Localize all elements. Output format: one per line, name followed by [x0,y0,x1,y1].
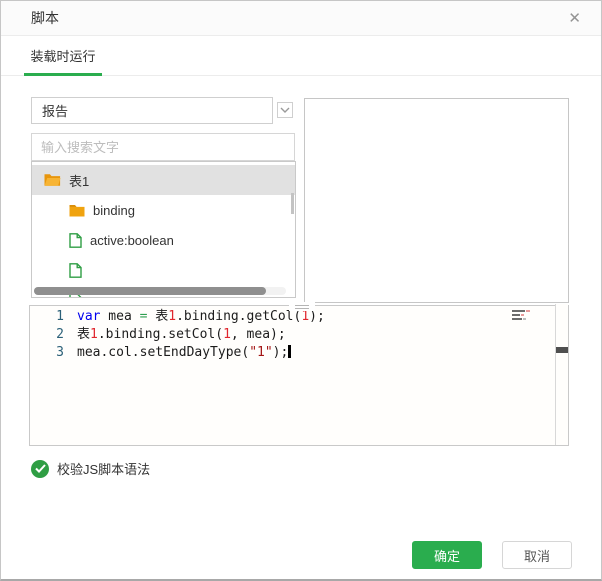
chevron-down-icon [280,107,290,114]
ok-button[interactable]: 确定 [412,541,482,569]
code-text: var mea = 表1.binding.getCol(1); [64,308,325,326]
preview-panel [304,98,569,303]
validate-syntax-row: 校验JS脚本语法 [31,459,150,478]
folder-icon [69,204,85,217]
code-text: 表1.binding.setCol(1, mea); [64,326,286,344]
close-icon[interactable]: ✕ [568,11,581,26]
editor-vertical-scrollbar-thumb[interactable] [556,347,568,353]
line-number: 1 [30,308,64,326]
tab-label: 装载时运行 [30,49,95,64]
dialog-title: 脚本 [31,8,59,28]
scope-select[interactable]: 报告 [31,97,273,124]
file-icon [69,233,82,248]
scope-select-dropdown-button[interactable] [277,102,293,118]
tree-item-label: active:boolean [90,233,174,248]
folder-open-icon [44,173,61,187]
tab-bar: 装载时运行 [1,36,601,76]
line-number: 2 [30,326,64,344]
scope-select-value: 报告 [42,101,68,120]
text-cursor [288,345,291,358]
editor-vertical-scrollbar[interactable] [555,304,568,445]
validate-syntax-label: 校验JS脚本语法 [57,459,150,478]
tree-item-table1[interactable]: 表1 [32,165,295,195]
code-line: 3 mea.col.setEndDayType("1"); [30,344,568,362]
tree-horizontal-scrollbar-thumb[interactable] [34,287,266,295]
field-tree: 表1 binding active:boolean [31,161,296,298]
search-input[interactable] [31,133,295,161]
tree-item-countperpage-int[interactable] [32,255,295,285]
tree-horizontal-scrollbar[interactable] [34,287,286,295]
line-number: 3 [30,344,64,362]
tree-item-binding[interactable]: binding [32,195,295,225]
cancel-button[interactable]: 取消 [502,541,572,569]
script-dialog: 脚本 ✕ 装载时运行 报告 表1 [0,0,602,581]
tree-item-label: 表1 [69,171,89,190]
dialog-header: 脚本 ✕ [1,1,601,36]
code-text: mea.col.setEndDayType("1"); [64,344,291,362]
tab-run-on-load[interactable]: 装载时运行 [24,36,102,66]
file-icon [69,263,82,278]
tree-item-label: binding [93,203,135,218]
tree-item-active-boolean[interactable]: active:boolean [32,225,295,255]
code-editor[interactable]: 1 var mea = 表1.binding.getCol(1); 2 表1.b… [29,305,569,446]
code-line: 2 表1.binding.setCol(1, mea); [30,326,568,344]
check-circle-icon[interactable] [31,460,49,478]
editor-minimap [512,310,544,320]
splitter-handle[interactable] [289,302,315,311]
active-tab-indicator [24,73,102,76]
tree-vertical-scrollbar-thumb[interactable] [291,193,294,214]
